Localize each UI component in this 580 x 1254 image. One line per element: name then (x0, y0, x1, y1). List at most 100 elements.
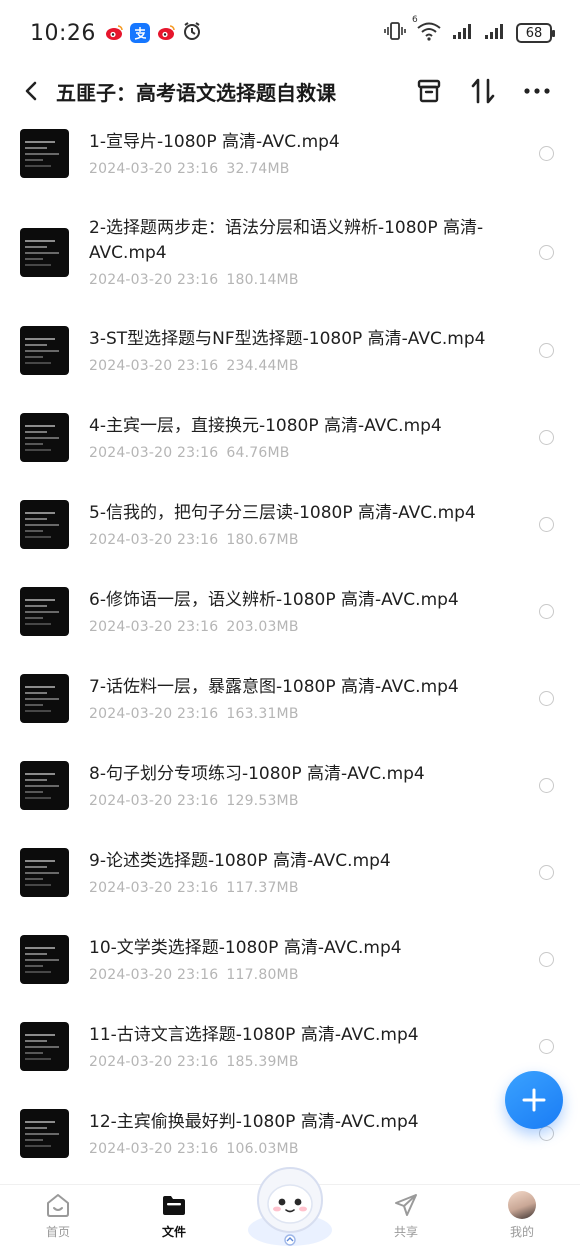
file-size: 117.80MB (226, 967, 299, 983)
add-button[interactable] (505, 1071, 563, 1129)
file-list: 1-宣导片-1080P 高清-AVC.mp4 2024-03-20 23:16 32… (0, 126, 580, 1193)
chevron-left-icon (25, 81, 37, 101)
thumbnail-line (25, 698, 59, 700)
thumbnail-line (25, 773, 55, 775)
file-meta: 2024-03-20 23:16 234.44MB (89, 358, 489, 374)
thumbnail-line (25, 1139, 43, 1141)
file-row[interactable]: 3-ST型选择题与NF型选择题-1080P 高清-AVC.mp4 2024-03-… (0, 323, 580, 378)
sort-button[interactable] (456, 66, 510, 116)
file-text: 1-宣导片-1080P 高清-AVC.mp4 2024-03-20 23:16 32… (89, 130, 489, 177)
file-date: 2024-03-20 23:16 (89, 272, 219, 288)
file-date: 2024-03-20 23:16 (89, 445, 219, 461)
wifi-label: 6 (412, 15, 418, 25)
thumbnail-line (25, 1127, 47, 1129)
wifi-icon: 6 (412, 15, 442, 45)
select-radio[interactable] (539, 1039, 554, 1054)
file-date: 2024-03-20 23:16 (89, 706, 219, 722)
file-text: 5-信我的，把句子分三层读-1080P 高清-AVC.mp4 2024-03-20… (89, 501, 489, 548)
file-size: 64.76MB (226, 445, 290, 461)
file-size: 180.14MB (226, 272, 299, 288)
file-row[interactable]: 8-句子划分专项练习-1080P 高清-AVC.mp4 2024-03-20 23… (0, 758, 580, 813)
video-thumbnail (20, 1109, 69, 1158)
file-name: 11-古诗文言选择题-1080P 高清-AVC.mp4 (89, 1025, 419, 1045)
thumbnail-line (25, 518, 47, 520)
file-size: 129.53MB (226, 793, 299, 809)
file-row[interactable]: 9-论述类选择题-1080P 高清-AVC.mp4 2024-03-20 23:1… (0, 845, 580, 900)
video-thumbnail (20, 761, 69, 810)
file-row[interactable]: 12-主宾偷换最好判-1080P 高清-AVC.mp4 2024-03-20 23… (0, 1106, 580, 1161)
file-name: 8-句子划分专项练习-1080P 高清-AVC.mp4 (89, 764, 425, 784)
file-meta: 2024-03-20 23:16 106.03MB (89, 1141, 489, 1157)
thumbnail-line (25, 704, 43, 706)
video-thumbnail (20, 500, 69, 549)
nav-files-label: 文件 (161, 1225, 186, 1239)
file-text: 9-论述类选择题-1080P 高清-AVC.mp4 2024-03-20 23:1… (89, 849, 489, 896)
thumbnail-line (25, 245, 47, 248)
file-row[interactable]: 10-文学类选择题-1080P 高清-AVC.mp4 2024-03-20 23:… (0, 932, 580, 987)
select-radio[interactable] (539, 146, 554, 161)
select-radio[interactable] (539, 244, 554, 260)
file-date: 2024-03-20 23:16 (89, 793, 219, 809)
select-radio[interactable] (539, 430, 554, 445)
video-thumbnail (20, 326, 69, 375)
thumbnail-line (25, 251, 59, 254)
sort-icon (471, 78, 495, 104)
file-row[interactable]: 2-选择题两步走：语法分层和语义辨析-1080P 高清-AVC.mp4 2024-… (0, 213, 580, 291)
thumbnail-line (25, 797, 51, 799)
thumbnail-line (25, 953, 47, 955)
thumbnail-line (25, 878, 43, 880)
file-meta: 2024-03-20 23:16 185.39MB (89, 1054, 489, 1070)
thumbnail-line (25, 425, 55, 427)
weibo-icon (103, 23, 124, 43)
nav-home-label: 首页 (45, 1225, 70, 1239)
ai-assistant-mascot[interactable] (244, 1160, 336, 1252)
thumbnail-line (25, 710, 51, 712)
file-text: 10-文学类选择题-1080P 高清-AVC.mp4 2024-03-20 23:… (89, 936, 489, 983)
thumbnail-line (25, 785, 59, 787)
back-button[interactable] (6, 66, 56, 116)
thumbnail-line (25, 350, 59, 352)
thumbnail-line (25, 965, 43, 967)
signal-icon (452, 22, 474, 44)
thumbnail-line (25, 686, 55, 688)
file-row[interactable]: 7-话佐料一层，暴露意图-1080P 高清-AVC.mp4 2024-03-20 … (0, 671, 580, 726)
select-radio[interactable] (539, 1126, 554, 1141)
file-name: 9-论述类选择题-1080P 高清-AVC.mp4 (89, 851, 391, 871)
select-radio[interactable] (539, 691, 554, 706)
file-row[interactable]: 11-古诗文言选择题-1080P 高清-AVC.mp4 2024-03-20 23… (0, 1019, 580, 1074)
file-row[interactable]: 5-信我的，把句子分三层读-1080P 高清-AVC.mp4 2024-03-20… (0, 497, 580, 552)
thumbnail-line (25, 866, 47, 868)
more-button[interactable] (510, 66, 564, 116)
select-radio[interactable] (539, 517, 554, 532)
thumbnail-line (25, 1145, 51, 1147)
file-meta: 2024-03-20 23:16 129.53MB (89, 793, 489, 809)
select-radio[interactable] (539, 343, 554, 358)
file-name: 6-修饰语一层，语义辨析-1080P 高清-AVC.mp4 (89, 590, 459, 610)
thumbnail-line (25, 536, 51, 538)
nav-mine[interactable]: 我的 (464, 1185, 580, 1254)
thumbnail-line (25, 971, 51, 973)
file-meta: 2024-03-20 23:16 117.80MB (89, 967, 489, 983)
file-meta: 2024-03-20 23:16 203.03MB (89, 619, 489, 635)
nav-files[interactable]: 文件 (116, 1185, 232, 1254)
status-time: 10:26 (30, 20, 96, 46)
file-date: 2024-03-20 23:16 (89, 532, 219, 548)
select-radio[interactable] (539, 952, 554, 967)
file-row[interactable]: 1-宣导片-1080P 高清-AVC.mp4 2024-03-20 23:16 32… (0, 126, 580, 181)
alarm-icon (182, 21, 202, 45)
nav-share[interactable]: 共享 (348, 1185, 464, 1254)
thumbnail-line (25, 512, 55, 514)
file-date: 2024-03-20 23:16 (89, 358, 219, 374)
file-date: 2024-03-20 23:16 (89, 1141, 219, 1157)
select-radio[interactable] (539, 604, 554, 619)
select-radio[interactable] (539, 865, 554, 880)
video-thumbnail (20, 935, 69, 984)
nav-home[interactable]: 首页 (0, 1185, 116, 1254)
file-row[interactable]: 4-主宾一层，直接换元-1080P 高清-AVC.mp4 2024-03-20 2… (0, 410, 580, 465)
file-row[interactable]: 6-修饰语一层，语义辨析-1080P 高清-AVC.mp4 2024-03-20 … (0, 584, 580, 639)
thumbnail-line (25, 449, 51, 451)
vibrate-icon (384, 21, 406, 45)
file-text: 3-ST型选择题与NF型选择题-1080P 高清-AVC.mp4 2024-03-… (89, 327, 489, 374)
select-radio[interactable] (539, 778, 554, 793)
archive-button[interactable] (402, 66, 456, 116)
